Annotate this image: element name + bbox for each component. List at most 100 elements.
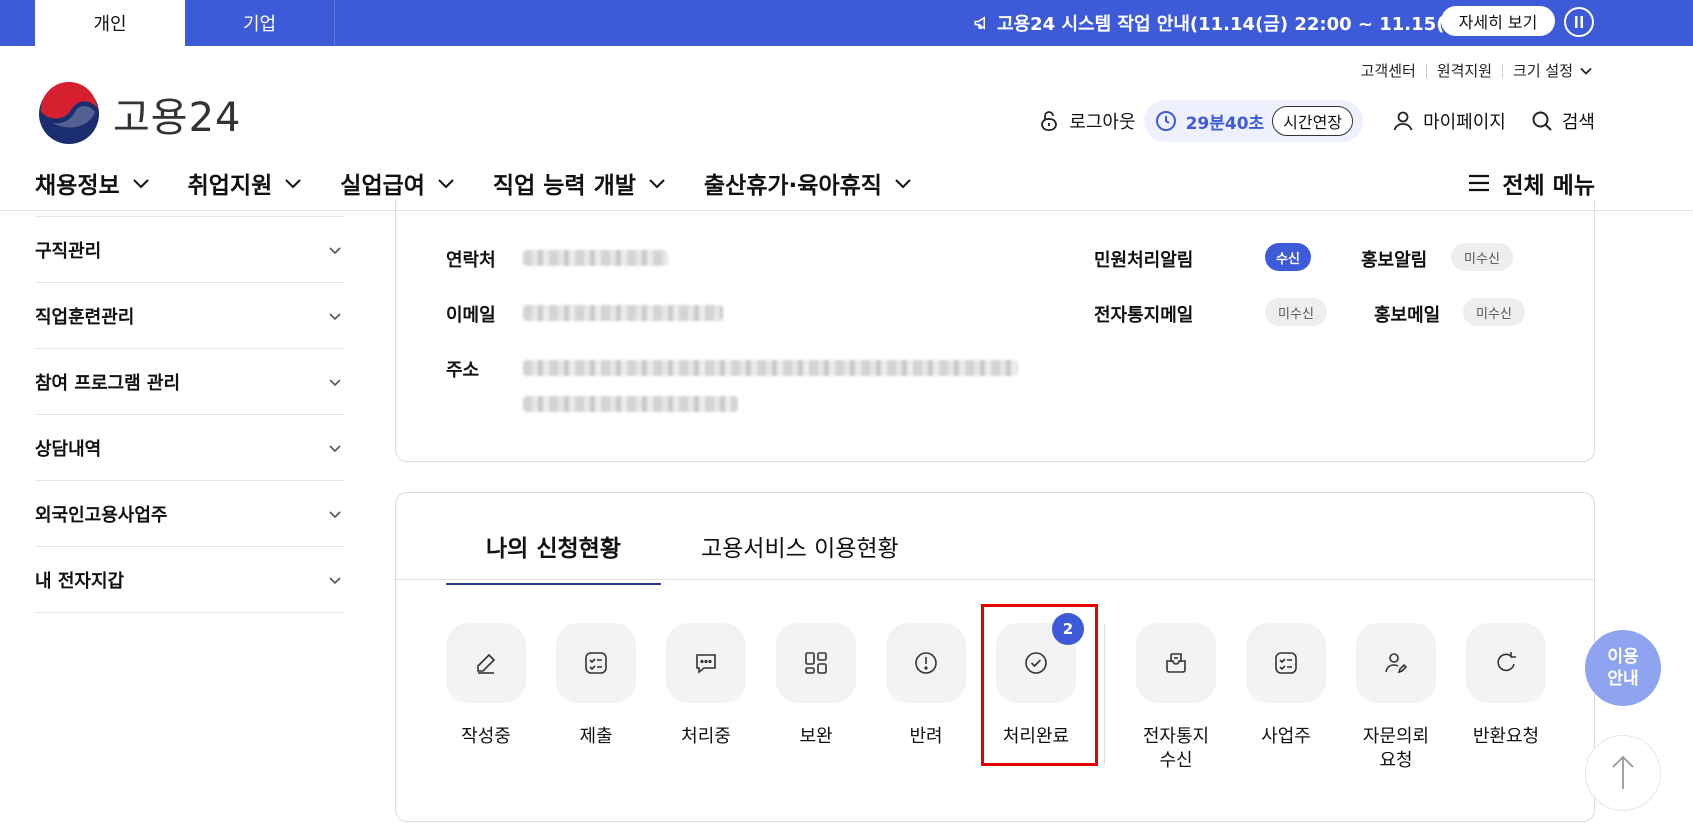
status-label: 반환요청 xyxy=(1472,726,1540,747)
nav-menu-label: 실업급여 xyxy=(340,173,425,199)
chevron-down-icon xyxy=(649,179,665,189)
session-timer: 29분40초 시간연장 xyxy=(1143,100,1364,142)
status-label: 제출 xyxy=(579,726,613,747)
nav-menu-unemployment-benefit[interactable]: 실업급여 xyxy=(340,166,457,200)
nav-menu-parental-leave[interactable]: 출산휴가·육아휴직 xyxy=(704,166,914,200)
sidebar-item-label: 구직관리 xyxy=(35,240,102,262)
chevron-down-icon[interactable] xyxy=(1579,64,1593,78)
taegeuk-logo-icon xyxy=(39,82,99,144)
status-item-submitted[interactable]: 제출 xyxy=(556,623,636,749)
clock-icon xyxy=(1155,111,1176,131)
nav-menu-employment-support[interactable]: 취업지원 xyxy=(188,166,305,200)
status-icon-circle xyxy=(666,623,746,703)
customer-center-link[interactable]: 고객센터 xyxy=(1361,60,1416,81)
user-icon xyxy=(1393,111,1413,131)
refresh-icon xyxy=(1497,652,1516,672)
nav-menu-job-skills[interactable]: 직업 능력 개발 xyxy=(493,166,668,200)
tab-my-applications[interactable]: 나의 신청현황 xyxy=(446,529,661,585)
checklist-icon xyxy=(585,652,607,674)
status-label: 자문의뢰 요청 xyxy=(1362,726,1430,771)
status-icon-circle xyxy=(1246,623,1326,703)
sidebar-item-foreign-employer[interactable]: 외국인고용사업주 xyxy=(35,481,345,547)
font-size-setting[interactable]: 크기 설정 xyxy=(1513,60,1573,81)
vertical-divider xyxy=(1104,623,1105,765)
status-item-return-request[interactable]: 반환요청 xyxy=(1466,623,1546,749)
status-icon-circle xyxy=(1466,623,1546,703)
sidebar-item-job-seeking[interactable]: 구직관리 xyxy=(35,217,345,283)
nav-menu-jobs[interactable]: 채용정보 xyxy=(35,166,152,200)
timer-value: 29분40초 xyxy=(1185,113,1265,134)
exclamation-circle-icon xyxy=(915,652,937,674)
divider xyxy=(1502,63,1504,78)
scroll-top-button[interactable] xyxy=(1585,735,1661,811)
status-icon-circle xyxy=(556,623,636,703)
sidebar-item-label: 직업훈련관리 xyxy=(35,306,135,328)
chevron-down-icon xyxy=(329,246,341,254)
enotice-mail-label: 전자통지메일 xyxy=(1094,305,1194,326)
status-item-supplement[interactable]: 보완 xyxy=(776,623,856,749)
promo-mail-status-badge: 미수신 xyxy=(1463,298,1525,326)
chevron-down-icon xyxy=(329,378,341,386)
sidebar-item-e-wallet[interactable]: 내 전자지갑 xyxy=(35,547,345,613)
megaphone-icon xyxy=(974,16,986,30)
all-menu-button[interactable]: 전체 메뉴 xyxy=(1466,166,1595,200)
extend-session-button[interactable]: 시간연장 xyxy=(1272,106,1354,136)
nav-menu-label: 직업 능력 개발 xyxy=(492,173,636,199)
promo-alert-label: 홍보알림 xyxy=(1361,250,1428,271)
sidebar-item-training[interactable]: 직업훈련관리 xyxy=(35,283,345,349)
user-edit-icon xyxy=(1385,653,1408,674)
pencil-icon xyxy=(477,653,496,674)
sidebar-item-label: 상담내역 xyxy=(35,438,102,460)
top-banner: 개인 기업 고용24 시스템 작업 안내(11.14(금) 22:00 ~ 11… xyxy=(0,0,1693,46)
arrow-up-icon xyxy=(1612,755,1634,789)
nav-menu-label: 채용정보 xyxy=(35,173,120,199)
search-button[interactable]: 검색 xyxy=(1530,108,1595,134)
search-label: 검색 xyxy=(1561,112,1595,133)
status-item-drafting[interactable]: 작성중 xyxy=(446,623,526,749)
utility-links: 고객센터 원격지원 크기 설정 xyxy=(1361,60,1593,81)
address-label: 주소 xyxy=(446,360,480,381)
sidebar-item-counseling[interactable]: 상담내역 xyxy=(35,415,345,481)
pause-icon xyxy=(1575,16,1583,28)
status-tabs: 나의 신청현황 고용서비스 이용현황 xyxy=(446,529,939,585)
tab-company[interactable]: 기업 xyxy=(185,0,335,46)
status-item-enotice[interactable]: 전자통지 수신 xyxy=(1136,623,1216,773)
status-label: 전자통지 수신 xyxy=(1142,726,1210,771)
promo-alert-status-badge: 미수신 xyxy=(1451,243,1513,271)
mailbox-icon xyxy=(1166,653,1186,673)
tab-personal[interactable]: 개인 xyxy=(35,0,185,46)
status-icon-circle xyxy=(776,623,856,703)
chevron-down-icon xyxy=(895,179,911,189)
logo-text: 고용24 xyxy=(113,95,242,141)
status-item-processing[interactable]: 처리중 xyxy=(666,623,746,749)
checklist-icon xyxy=(1275,652,1297,674)
status-icon-circle xyxy=(1136,623,1216,703)
sidebar-item-programs[interactable]: 참여 프로그램 관리 xyxy=(35,349,345,415)
status-item-advisory-request[interactable]: 자문의뢰 요청 xyxy=(1356,623,1436,773)
enotice-mail-status-badge: 미수신 xyxy=(1265,298,1327,326)
mypage-link[interactable]: 마이페이지 xyxy=(1391,108,1506,134)
sidebar-item-label: 참여 프로그램 관리 xyxy=(35,372,181,394)
sidebar-item-label: 외국인고용사업주 xyxy=(35,504,168,526)
logout-button[interactable]: 로그아웃 xyxy=(1037,108,1136,134)
status-icon-circle xyxy=(886,623,966,703)
status-item-employer[interactable]: 사업주 xyxy=(1246,623,1326,749)
sidebar-item-label: 내 전자지갑 xyxy=(35,570,125,592)
address-value-redacted xyxy=(523,360,1018,376)
site-logo[interactable]: 고용24 xyxy=(37,82,242,146)
status-item-rejected[interactable]: 반려 xyxy=(886,623,966,749)
tab-employment-services[interactable]: 고용서비스 이용현황 xyxy=(661,529,939,585)
highlight-box xyxy=(981,604,1098,766)
address-value-redacted xyxy=(523,396,738,412)
contact-value-redacted xyxy=(523,250,668,266)
user-info-card: 연락처 이메일 주소 민원처리알림 수신 홍보알림 미수신 전자통지메일 미수신… xyxy=(395,200,1595,462)
usage-guide-button[interactable]: 이용 안내 xyxy=(1585,630,1661,706)
pause-button[interactable] xyxy=(1564,7,1594,37)
notice-detail-button[interactable]: 자세히 보기 xyxy=(1441,6,1555,36)
promo-mail-label: 홍보메일 xyxy=(1374,305,1441,326)
status-label: 처리중 xyxy=(681,726,731,747)
status-label: 작성중 xyxy=(461,726,511,747)
email-label: 이메일 xyxy=(446,305,496,326)
remote-support-link[interactable]: 원격지원 xyxy=(1437,60,1492,81)
tab-divider xyxy=(396,579,1594,580)
